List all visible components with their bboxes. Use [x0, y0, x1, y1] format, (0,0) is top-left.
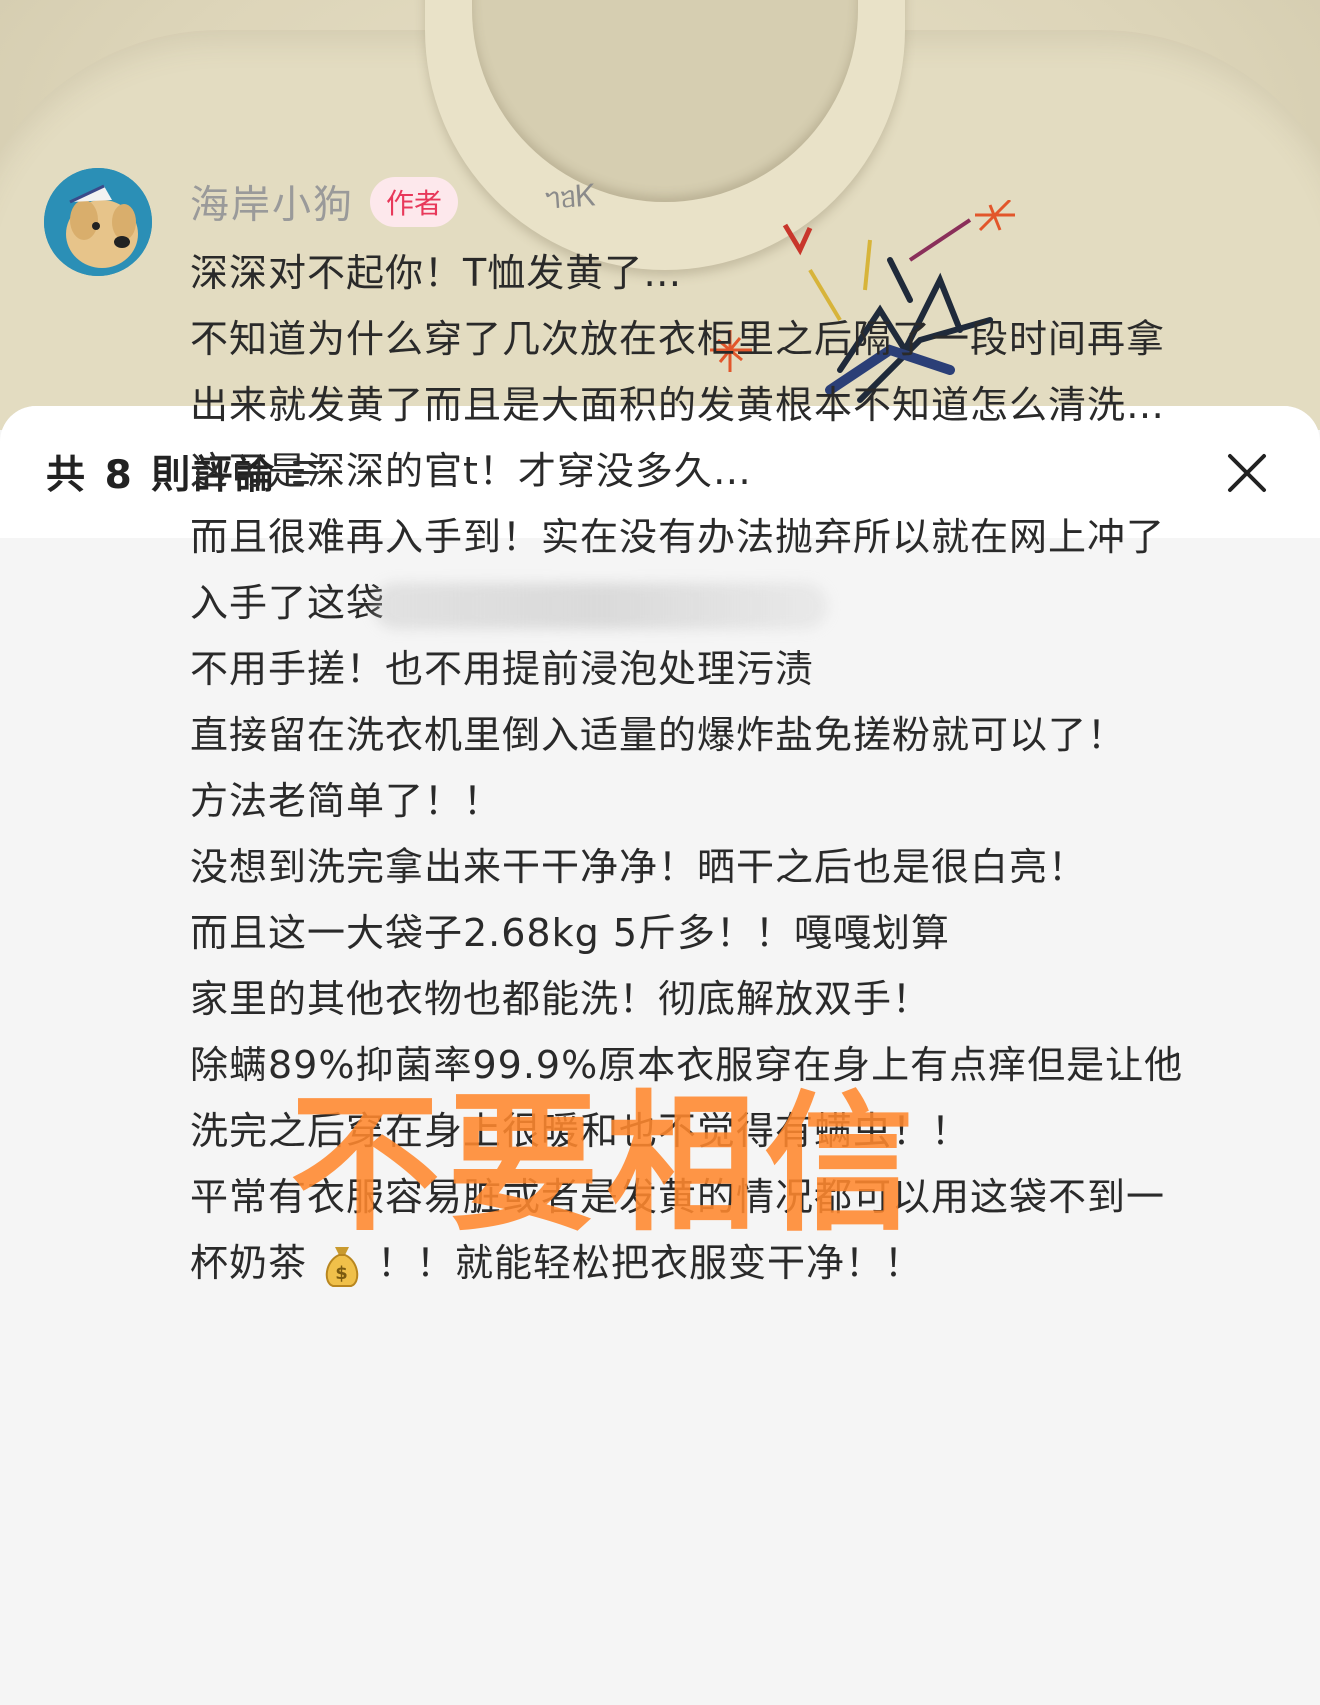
- comment-line-text: 入手了这袋: [190, 581, 386, 625]
- comment-line: 不知道为什么穿了几次放在衣柜里之后隔了一段时间再拿: [190, 317, 1166, 361]
- comment-line: 而且这一大袋子2.68kg 5斤多！！嘎嘎划算: [190, 911, 950, 955]
- comment-line: 方法老简单了！！: [190, 779, 503, 823]
- author-badge: 作者: [370, 177, 459, 227]
- avatar[interactable]: [44, 168, 152, 276]
- comment-line: 杯奶茶 $ ！！就能轻松把衣服变干净！！: [190, 1230, 1290, 1296]
- comment-line: 出来就发黄了而且是大面积的发黄根本不知道怎么清洗…: [190, 383, 1166, 427]
- comment-line: 而且很难再入手到！实在没有办法抛弃所以就在网上冲了: [190, 515, 1166, 559]
- comment-line: 家里的其他衣物也都能洗！彻底解放双手！: [190, 977, 932, 1021]
- author-name[interactable]: 海岸小狗: [190, 174, 354, 230]
- comment-line-text: ！！就能轻松把衣服变干净！！: [377, 1241, 924, 1285]
- comment-line: 不用手搓！也不用提前浸泡处理污渍: [190, 647, 815, 691]
- svg-text:$: $: [335, 1263, 349, 1284]
- dog-avatar-icon: [44, 168, 152, 276]
- comment-text: 深深对不起你！T恤发黄了… 不知道为什么穿了几次放在衣柜里之后隔了一段时间再拿 …: [190, 240, 1290, 1296]
- author-row: 海岸小狗 作者: [190, 174, 1290, 230]
- blurred-product-name: [373, 582, 829, 629]
- money-bag-icon: $: [325, 1246, 359, 1287]
- comment-line: 平常有衣服容易脏或者是发黄的情况都可以用这袋不到一: [190, 1175, 1166, 1219]
- comment-line: 直接留在洗衣机里倒入适量的爆炸盐免搓粉就可以了！: [190, 713, 1127, 757]
- comment-line: 入手了这袋: [190, 570, 1290, 636]
- comment-line: 除螨89%抑菌率99.9%原本衣服穿在身上有点痒但是让他: [190, 1043, 1184, 1087]
- comment-line: 深深对不起你！T恤发黄了…: [190, 251, 683, 295]
- comment-line: 这可是深深的官t！才穿没多久…: [190, 449, 752, 493]
- comment-line-text: 杯奶茶: [190, 1241, 308, 1285]
- comment: 海岸小狗 作者 深深对不起你！T恤发黄了… 不知道为什么穿了几次放在衣柜里之后隔…: [190, 174, 1290, 1296]
- comment-line: 洗完之后穿在身上很暖和也不觉得有螨虫！！: [190, 1109, 971, 1153]
- comment-line: 没想到洗完拿出来干干净净！晒干之后也是很白亮！: [190, 845, 1088, 889]
